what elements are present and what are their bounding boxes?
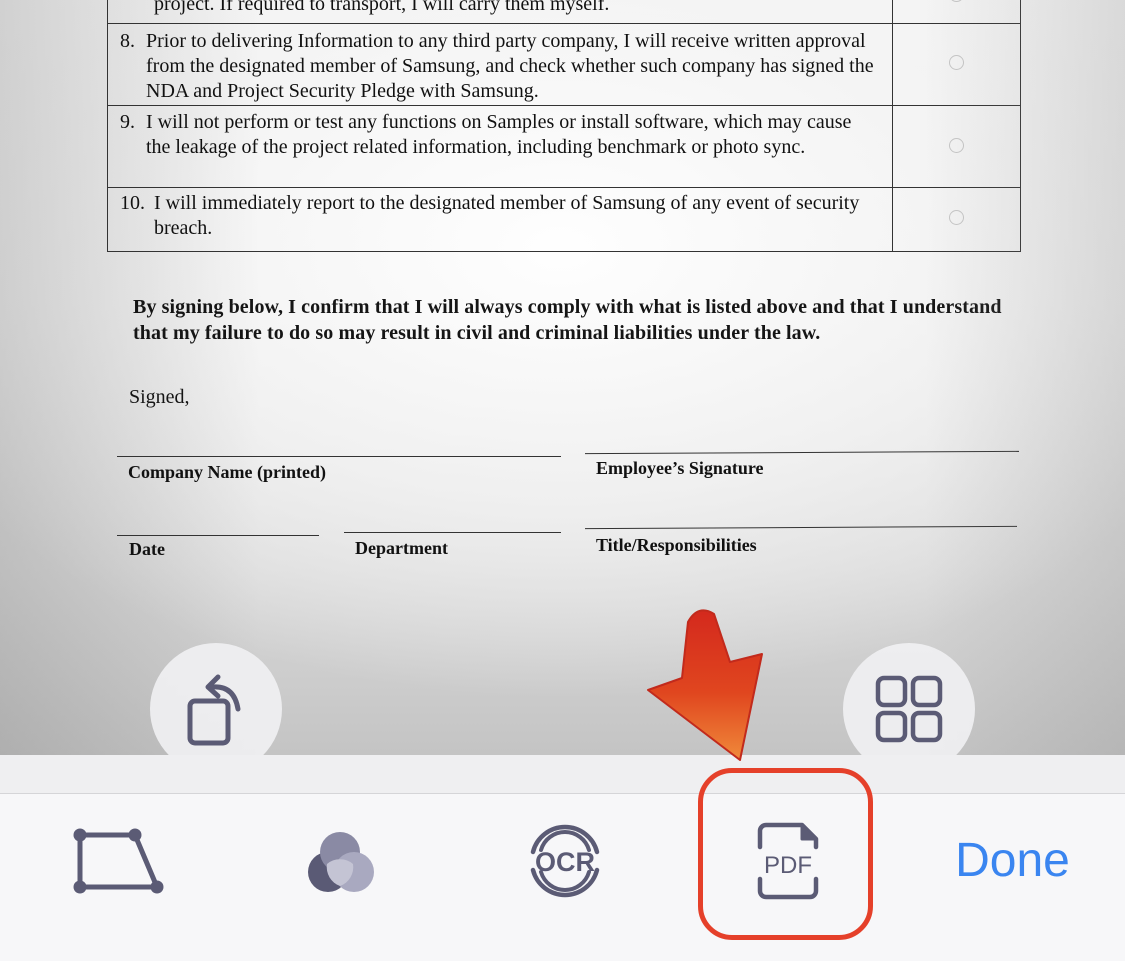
agree-radio [949, 210, 964, 225]
crop-quad-icon [73, 828, 164, 894]
pointer-arrow-icon [647, 609, 763, 761]
table-cell-text: 8. Prior to delivering Information to an… [120, 30, 874, 102]
table-cell-text: 10. I will immediately report to the des… [120, 192, 860, 239]
ocr-icon: OCR [530, 824, 600, 898]
department-line [344, 532, 561, 533]
table-cell-text: 9. I will not perform or test any functi… [120, 111, 852, 158]
department-label: Department [355, 538, 448, 558]
color-filter-icon [308, 832, 374, 892]
agree-radio [949, 55, 964, 70]
table-row: 10. I will immediately report to the des… [108, 187, 1020, 252]
title-label: Title/Responsibilities [596, 535, 757, 555]
date-line [117, 535, 319, 536]
employee-signature-label: Employee’s Signature [596, 458, 764, 478]
rotate-icon [187, 674, 241, 746]
title-line [585, 525, 1017, 530]
agree-radio [949, 138, 964, 153]
signed-label: Signed, [129, 386, 190, 408]
table-row: project. If required to transport, I wil… [108, 0, 1020, 18]
employee-signature-line [585, 450, 1019, 455]
date-label: Date [129, 539, 165, 559]
grid-icon [875, 675, 943, 743]
table-row: 9. I will not perform or test any functi… [108, 105, 1020, 187]
table-cell-text: project. If required to transport, I wil… [154, 0, 610, 15]
toolbar-spacer [0, 755, 1125, 793]
pdf-highlight-box [698, 768, 873, 940]
confirmation-statement: By signing below, I confirm that I will … [133, 296, 1002, 344]
scanned-document: project. If required to transport, I wil… [0, 0, 1125, 755]
company-name-line [117, 456, 561, 457]
svg-text:OCR: OCR [535, 847, 595, 877]
agree-radio [949, 0, 964, 2]
color-filter-button[interactable] [290, 815, 390, 905]
table-row: 8. Prior to delivering Information to an… [108, 23, 1020, 105]
ocr-button[interactable]: OCR [515, 815, 615, 905]
company-name-label: Company Name (printed) [128, 462, 326, 482]
done-button[interactable]: Done [935, 826, 1090, 896]
crop-button[interactable] [60, 820, 170, 900]
pledge-table: project. If required to transport, I wil… [107, 0, 1021, 252]
